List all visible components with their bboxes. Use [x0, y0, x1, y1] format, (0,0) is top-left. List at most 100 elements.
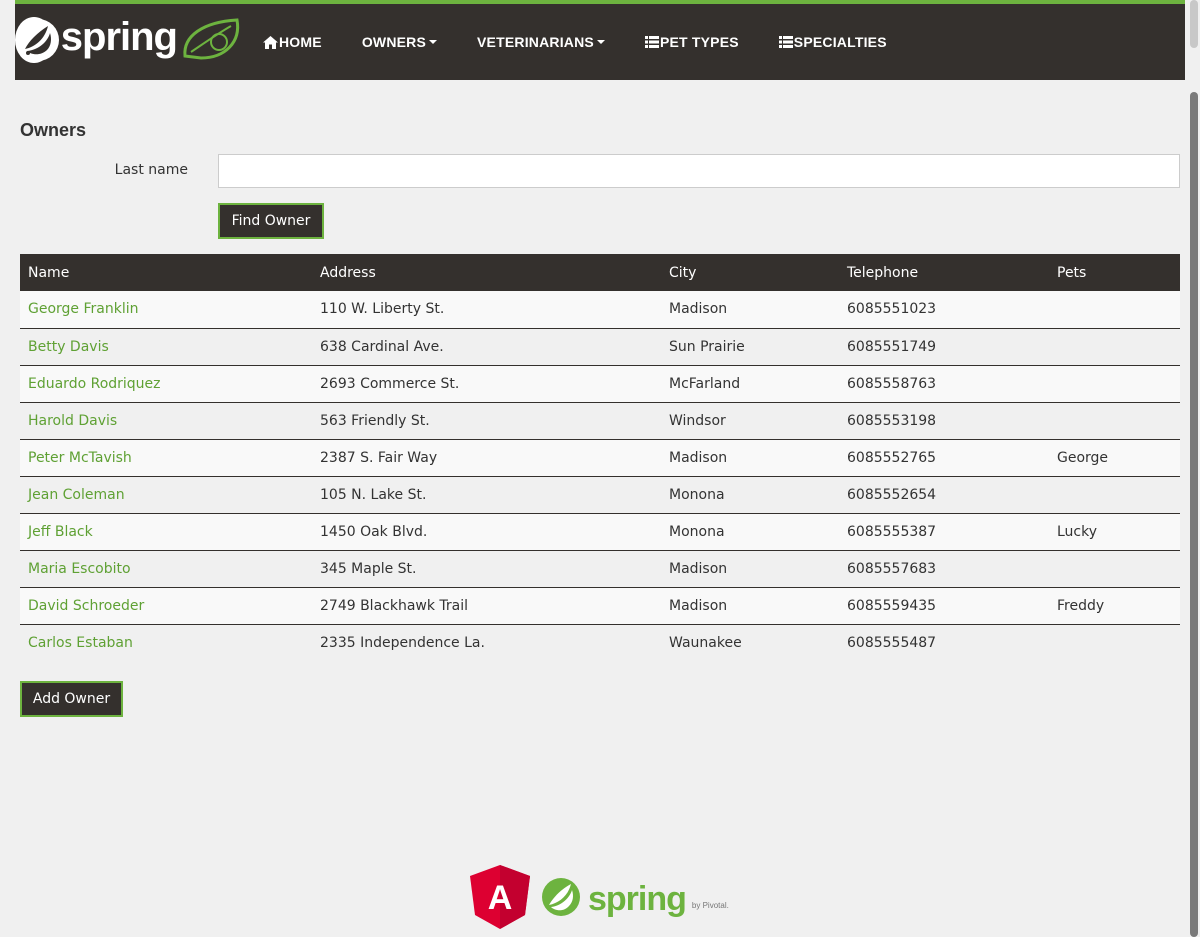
table-row: Betty Davis 638 Cardinal Ave. Sun Prairi… — [20, 327, 1180, 365]
owner-pets — [1049, 475, 1180, 513]
owner-city: McFarland — [661, 364, 839, 402]
owner-address: 2335 Independence La. — [312, 623, 661, 661]
table-row: Jean Coleman 105 N. Lake St. Monona 6085… — [20, 475, 1180, 513]
column-header-pets: Pets — [1049, 254, 1180, 291]
owner-city: Waunakee — [661, 623, 839, 661]
nav-pet-types[interactable]: PET TYPES — [644, 28, 739, 56]
owner-address: 110 W. Liberty St. — [312, 291, 661, 328]
owner-address: 2693 Commerce St. — [312, 364, 661, 402]
nav-home-label: HOME — [279, 34, 322, 50]
column-header-city: City — [661, 254, 839, 291]
owner-name-link[interactable]: Maria Escobito — [20, 549, 312, 587]
owner-telephone: 6085555487 — [839, 623, 1049, 661]
owners-table: Name Address City Telephone Pets George … — [20, 254, 1180, 661]
last-name-label: Last name — [114, 162, 188, 178]
owner-name-link[interactable]: George Franklin — [20, 291, 312, 328]
owner-city: Madison — [661, 291, 839, 328]
owner-city: Madison — [661, 438, 839, 476]
owner-city: Madison — [661, 586, 839, 624]
owner-pets — [1049, 549, 1180, 587]
spring-footer-leaf-icon — [540, 876, 582, 922]
owner-address: 345 Maple St. — [312, 549, 661, 587]
nav-pet-types-label: PET TYPES — [659, 34, 739, 50]
owner-city: Madison — [661, 549, 839, 587]
brand-logo[interactable]: spring — [15, 13, 245, 67]
owner-telephone: 6085551749 — [839, 327, 1049, 365]
table-row: Harold Davis 563 Friendly St. Windsor 60… — [20, 401, 1180, 439]
owner-name-link[interactable]: David Schroeder — [20, 586, 312, 624]
owner-address: 563 Friendly St. — [312, 401, 661, 439]
add-owner-button[interactable]: Add Owner — [20, 681, 123, 717]
owner-address: 1450 Oak Blvd. — [312, 512, 661, 550]
pivotal-footer-text: by Pivotal. — [691, 900, 729, 910]
owner-address: 638 Cardinal Ave. — [312, 327, 661, 365]
footer-logos: A spring by Pivotal. — [470, 865, 729, 933]
owner-name-link[interactable]: Jeff Black — [20, 512, 312, 550]
owner-telephone: 6085558763 — [839, 364, 1049, 402]
nav-menu: HOME OWNERS VETERINARIANS PET TYPES SPEC… — [263, 28, 887, 56]
table-row: David Schroeder 2749 Blackhawk Trail Mad… — [20, 586, 1180, 624]
table-row: Maria Escobito 345 Maple St. Madison 608… — [20, 549, 1180, 587]
page-title: Owners — [20, 120, 87, 140]
page-scrollbar[interactable] — [1188, 0, 1200, 937]
spring-leaf-icon — [15, 17, 59, 63]
nav-specialties[interactable]: SPECIALTIES — [778, 28, 887, 56]
owner-name-link[interactable]: Betty Davis — [20, 327, 312, 365]
owner-telephone: 6085552654 — [839, 475, 1049, 513]
nav-specialties-label: SPECIALTIES — [793, 34, 887, 50]
owner-pets: George — [1049, 438, 1180, 476]
column-header-name: Name — [20, 254, 312, 291]
caret-down-icon — [596, 40, 605, 44]
scrollbar-thumb[interactable] — [1190, 92, 1198, 937]
navbar: spring HOME OWNERS VETERINARIANS PET TYP… — [15, 0, 1185, 80]
owner-name-link[interactable]: Jean Coleman — [20, 475, 312, 513]
table-row: Peter McTavish 2387 S. Fair Way Madison … — [20, 438, 1180, 476]
owner-telephone: 6085552765 — [839, 438, 1049, 476]
owner-name-link[interactable]: Peter McTavish — [20, 438, 312, 476]
owner-pets — [1049, 623, 1180, 661]
nav-owners-label: OWNERS — [361, 34, 427, 50]
owner-pets — [1049, 364, 1180, 402]
owner-name-link[interactable]: Eduardo Rodriquez — [20, 364, 312, 402]
owner-telephone: 6085555387 — [839, 512, 1049, 550]
owner-telephone: 6085557683 — [839, 549, 1049, 587]
owner-pets — [1049, 327, 1180, 365]
owner-city: Windsor — [661, 401, 839, 439]
owner-name-link[interactable]: Harold Davis — [20, 401, 312, 439]
nav-owners[interactable]: OWNERS — [361, 28, 438, 56]
owner-pets — [1049, 291, 1180, 328]
list-icon — [644, 36, 659, 48]
owner-city: Monona — [661, 512, 839, 550]
column-header-address: Address — [312, 254, 661, 291]
table-row: Carlos Estaban 2335 Independence La. Wau… — [20, 623, 1180, 661]
owner-name-link[interactable]: Carlos Estaban — [20, 623, 312, 661]
table-row: Eduardo Rodriquez 2693 Commerce St. McFa… — [20, 364, 1180, 402]
owner-address: 2749 Blackhawk Trail — [312, 586, 661, 624]
nav-home[interactable]: HOME — [263, 28, 322, 56]
column-header-telephone: Telephone — [839, 254, 1049, 291]
owner-address: 2387 S. Fair Way — [312, 438, 661, 476]
home-icon — [263, 35, 278, 49]
angular-logo-icon: A — [470, 865, 530, 933]
owner-telephone: 6085551023 — [839, 291, 1049, 328]
table-row: George Franklin 110 W. Liberty St. Madis… — [20, 291, 1180, 328]
owner-address: 105 N. Lake St. — [312, 475, 661, 513]
list-icon — [778, 36, 793, 48]
table-row: Jeff Black 1450 Oak Blvd. Monona 6085555… — [20, 512, 1180, 550]
pivotal-badge-icon — [181, 16, 245, 64]
owner-telephone: 6085559435 — [839, 586, 1049, 624]
find-owner-button[interactable]: Find Owner — [218, 203, 324, 239]
owner-pets: Lucky — [1049, 512, 1180, 550]
last-name-input[interactable] — [218, 154, 1180, 188]
brand-text: spring — [60, 15, 178, 59]
owner-city: Monona — [661, 475, 839, 513]
scrollbar-track-top — [1190, 0, 1198, 48]
nav-veterinarians-label: VETERINARIANS — [477, 34, 594, 50]
owner-pets — [1049, 401, 1180, 439]
table-header-row: Name Address City Telephone Pets — [20, 254, 1180, 291]
owner-telephone: 6085553198 — [839, 401, 1049, 439]
angular-logo-letter: A — [488, 879, 513, 917]
nav-veterinarians[interactable]: VETERINARIANS — [477, 28, 605, 56]
caret-down-icon — [429, 40, 438, 44]
spring-footer-text: spring — [588, 879, 687, 918]
